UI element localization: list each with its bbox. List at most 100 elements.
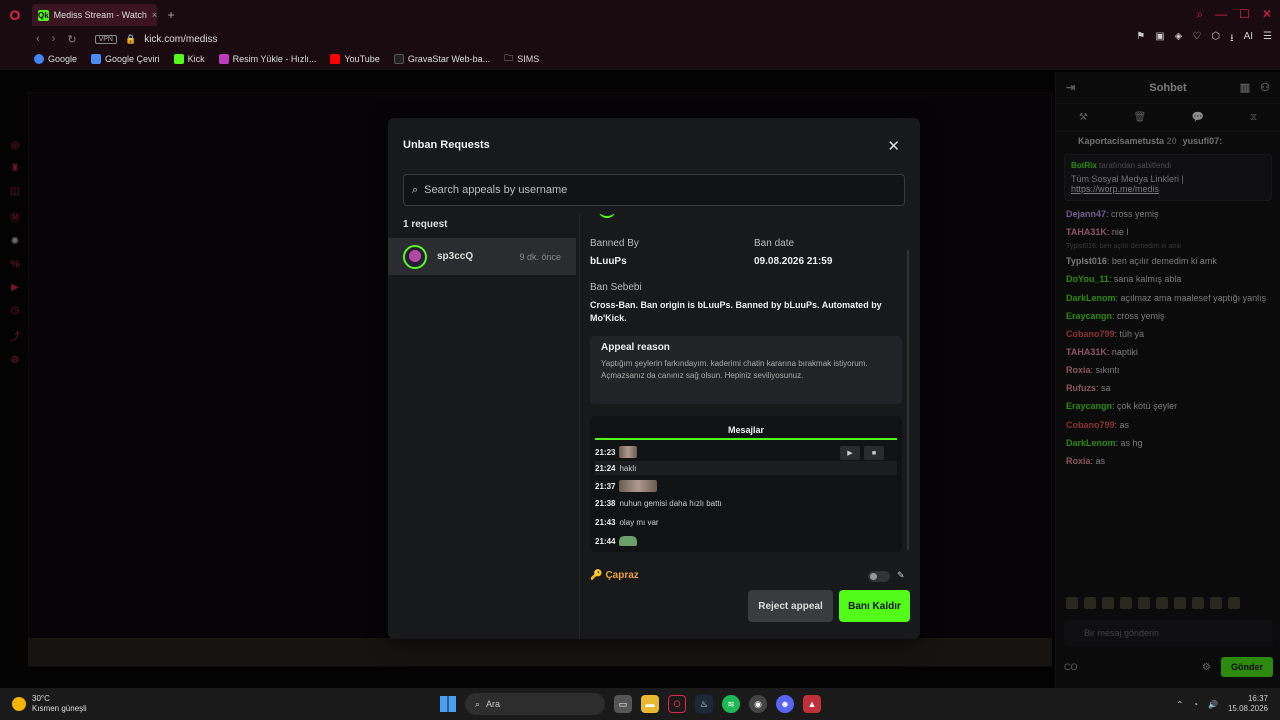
weather-widget[interactable]: 30°C Kısmen güneşli bbox=[12, 694, 87, 713]
url-field[interactable]: kick.com/mediss bbox=[144, 34, 217, 45]
windows-start-icon[interactable] bbox=[440, 696, 456, 712]
spotify-icon[interactable]: ≋ bbox=[722, 695, 740, 713]
reject-appeal-button[interactable]: Reject appeal bbox=[748, 590, 833, 622]
ban-date-value: 09.08.2026 21:59 bbox=[754, 256, 833, 267]
unban-requests-modal: Unban Requests ✕ ⌕ 1 request sp3ccQ 9 dk… bbox=[388, 118, 920, 639]
message-line: 21:24 haklı bbox=[595, 461, 897, 475]
task-view-icon[interactable]: ▭ bbox=[614, 695, 632, 713]
toolbar-icons: ⚑ ▣ ◈ ♡ ⬡ ⭳ AI ☰ bbox=[1136, 31, 1272, 48]
kick-favicon-icon: Qk bbox=[38, 9, 49, 21]
folder-icon: 🗀 bbox=[504, 53, 514, 63]
minimize-icon[interactable]: — bbox=[1215, 7, 1227, 22]
bookmark-translate[interactable]: Google Çeviri bbox=[91, 54, 160, 64]
message-line: 21:43 olay mı var bbox=[595, 518, 659, 527]
opera-logo-icon[interactable]: O bbox=[0, 0, 30, 30]
steam-icon[interactable]: ♨ bbox=[695, 695, 713, 713]
back-icon[interactable]: ‹ bbox=[36, 33, 40, 46]
message-line: 21:37 bbox=[595, 480, 658, 492]
heart-icon[interactable]: ♡ bbox=[1192, 31, 1201, 48]
tab-close-icon[interactable]: × bbox=[152, 10, 157, 20]
snapshot-icon[interactable]: ▣ bbox=[1155, 31, 1164, 48]
request-count: 1 request bbox=[403, 219, 448, 230]
address-bar: ‹ › ↻ VPN 🔒 kick.com/mediss ⚑ ▣ ◈ ♡ ⬡ ⭳ … bbox=[0, 30, 1280, 48]
browser-tabbar: O Qk Mediss Stream - Watch × + ⌕ — ☐ ✕ bbox=[0, 0, 1280, 30]
maximize-icon[interactable]: ☐ bbox=[1239, 7, 1250, 22]
nav-controls: ‹ › ↻ bbox=[36, 33, 77, 46]
extensions-icon[interactable]: ⬡ bbox=[1211, 31, 1220, 48]
close-icon[interactable]: ✕ bbox=[887, 137, 900, 155]
emote-image bbox=[619, 480, 658, 492]
bookmark-kick[interactable]: Kick bbox=[173, 54, 205, 64]
browser-tab[interactable]: Qk Mediss Stream - Watch × bbox=[32, 4, 157, 26]
search-icon[interactable]: ⌕ bbox=[1196, 7, 1203, 22]
request-item[interactable]: sp3ccQ 9 dk. önce bbox=[388, 238, 576, 275]
search-appeals: ⌕ bbox=[403, 174, 905, 206]
request-time: 9 dk. önce bbox=[519, 251, 561, 262]
key-icon: 🔑 bbox=[590, 570, 603, 581]
ban-reason-value: Cross-Ban. Ban origin is bLuuPs. Banned … bbox=[590, 300, 882, 323]
sun-icon bbox=[12, 696, 26, 711]
message-line: 21:44 bbox=[595, 536, 638, 546]
detail-scrollbar[interactable] bbox=[907, 250, 909, 550]
appeal-reason: Appeal reason Yaptığım şeylerin farkında… bbox=[590, 336, 902, 404]
modal-title: Unban Requests bbox=[403, 139, 490, 151]
download-icon[interactable]: ⭳ bbox=[1230, 31, 1234, 48]
taskbar-search[interactable]: ⌕ Ara bbox=[465, 693, 605, 715]
search-icon: ⌕ bbox=[475, 698, 481, 709]
emote-image bbox=[619, 446, 638, 458]
ban-reason: Ban Sebebi Cross-Ban. Ban origin is bLuu… bbox=[590, 282, 900, 324]
bookmark-resim[interactable]: Resim Yükle - Hızlı... bbox=[218, 54, 316, 64]
shield-icon[interactable]: ◈ bbox=[1175, 31, 1183, 48]
bookmark-sims[interactable]: 🗀 SIMS bbox=[504, 51, 539, 67]
system-tray: ⌃ ◔ 🔊 16:37 15.08.2026 bbox=[1176, 694, 1268, 715]
network-icon[interactable]: ◔ bbox=[1193, 700, 1198, 709]
new-tab-button[interactable]: + bbox=[163, 7, 179, 23]
banned-by-value: bLuuPs bbox=[590, 256, 627, 267]
delete-icon[interactable]: ■ bbox=[864, 446, 884, 460]
status-arc-icon bbox=[598, 214, 616, 218]
tab-title: Mediss Stream - Watch bbox=[53, 10, 147, 20]
file-explorer-icon[interactable]: ▬ bbox=[641, 695, 659, 713]
ban-date: Ban date 09.08.2026 21:59 bbox=[754, 238, 833, 267]
tray-chevron-icon[interactable]: ⌃ bbox=[1176, 700, 1183, 709]
opera-icon[interactable]: O bbox=[668, 695, 686, 713]
search-icon: ⌕ bbox=[412, 183, 419, 196]
clock[interactable]: 16:37 15.08.2026 bbox=[1228, 694, 1268, 715]
vpn-badge[interactable]: VPN bbox=[94, 34, 117, 44]
capraz-label: 🔑 Çapraz bbox=[590, 570, 639, 581]
app-icon[interactable]: ▲ bbox=[803, 695, 821, 713]
unban-button[interactable]: Banı Kaldır bbox=[839, 590, 910, 622]
forward-icon[interactable]: › bbox=[52, 33, 56, 46]
avatar bbox=[403, 244, 427, 269]
window-controls: ⌕ — ☐ ✕ bbox=[1196, 7, 1272, 22]
edit-icon[interactable]: ✎ bbox=[897, 570, 905, 581]
appeal-detail: Banned By bLuuPs Ban date 09.08.2026 21:… bbox=[590, 214, 910, 639]
message-line: 21:38 nuhun gemisi daha hızlı battı bbox=[595, 499, 722, 508]
divider bbox=[579, 214, 580, 639]
menu-icon[interactable]: ☰ bbox=[1263, 31, 1272, 48]
lock-icon: 🔒 bbox=[124, 33, 137, 44]
chrome-icon[interactable]: ◉ bbox=[749, 695, 767, 713]
tab-messages[interactable]: Mesajlar bbox=[595, 420, 897, 440]
bookmark-gravastar[interactable]: GravaStar Web-ba... bbox=[393, 54, 490, 64]
capraz-toggle[interactable] bbox=[868, 571, 890, 582]
message-line: 21:23 bbox=[595, 446, 638, 458]
bookmarks-bar: Google Google Çeviri Kick Resim Yükle - … bbox=[0, 48, 1280, 70]
banned-by: Banned By bLuuPs bbox=[590, 238, 639, 267]
bookmark-icon[interactable]: ⚑ bbox=[1136, 31, 1145, 48]
reload-icon[interactable]: ↻ bbox=[67, 33, 76, 46]
discord-icon[interactable]: ☻ bbox=[776, 695, 794, 713]
bookmark-youtube[interactable]: YouTube bbox=[330, 54, 380, 64]
emote-frog bbox=[619, 536, 638, 546]
volume-icon[interactable]: 🔊 bbox=[1208, 700, 1218, 709]
ai-label[interactable]: AI bbox=[1244, 31, 1253, 48]
messages-panel: Mesajlar 21:23 21:24 haklı ▶ ■ 21:37 21:3… bbox=[590, 416, 902, 552]
appeal-text: Yaptığım şeylerin farkındayım. kaderimi … bbox=[601, 359, 868, 380]
search-input[interactable] bbox=[424, 184, 885, 196]
bookmark-google[interactable]: Google bbox=[34, 54, 77, 64]
play-icon[interactable]: ▶ bbox=[840, 446, 860, 460]
close-window-icon[interactable]: ✕ bbox=[1262, 7, 1272, 22]
message-hover-tools: ▶ ■ bbox=[840, 446, 884, 460]
windows-taskbar: 30°C Kısmen güneşli ⌕ Ara ▭ ▬ O ♨ ≋ ◉ ☻ ▲ … bbox=[0, 688, 1280, 720]
request-username: sp3ccQ bbox=[437, 251, 474, 262]
